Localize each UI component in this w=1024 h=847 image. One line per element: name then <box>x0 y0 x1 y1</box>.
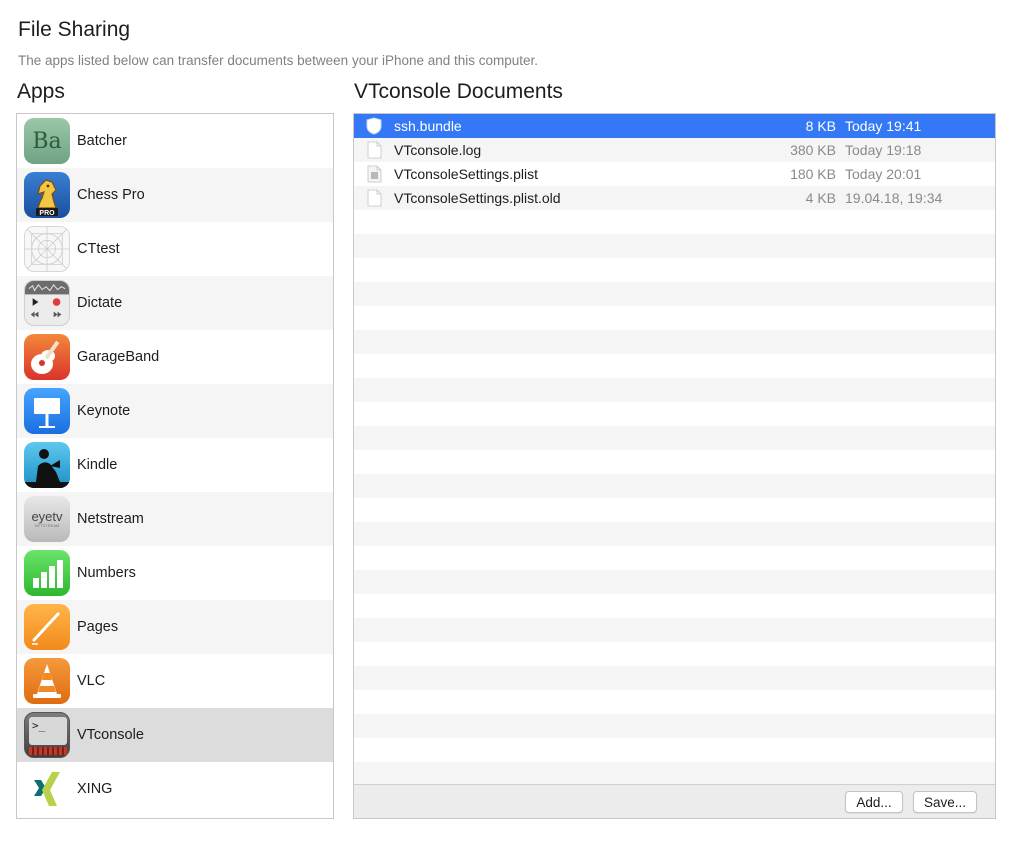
empty-row <box>354 450 995 474</box>
empty-row <box>354 282 995 306</box>
page-subtitle: The apps listed below can transfer docum… <box>18 53 539 68</box>
documents-heading: VTconsole Documents <box>354 80 563 103</box>
documents-rows: ssh.bundle 8 KB Today 19:41 VTconsole.lo… <box>354 114 995 784</box>
app-row-xing[interactable]: XING <box>17 762 333 816</box>
add-button[interactable]: Add... <box>845 791 903 813</box>
empty-row <box>354 402 995 426</box>
bundle-shield-icon <box>366 117 382 135</box>
empty-row <box>354 474 995 498</box>
file-date: Today 19:41 <box>845 118 922 134</box>
empty-row <box>354 498 995 522</box>
file-date: Today 19:18 <box>845 142 922 158</box>
file-row-ssh-bundle[interactable]: ssh.bundle 8 KB Today 19:41 <box>354 114 995 138</box>
plist-document-icon <box>367 165 382 183</box>
app-label: CTtest <box>77 241 120 257</box>
empty-row <box>354 594 995 618</box>
empty-row <box>354 738 995 762</box>
traffic-cone-icon <box>24 658 70 704</box>
file-name: VTconsole.log <box>394 142 482 158</box>
file-row-vtconsolesettings-plist-old[interactable]: VTconsoleSettings.plist.old 4 KB 19.04.1… <box>354 186 995 210</box>
app-row-numbers[interactable]: Numbers <box>17 546 333 600</box>
file-row-vtconsolesettings-plist[interactable]: VTconsoleSettings.plist 180 KB Today 20:… <box>354 162 995 186</box>
documents-footer: Add... Save... <box>354 784 995 818</box>
dictate-recorder-icon <box>24 280 70 326</box>
empty-row <box>354 354 995 378</box>
apps-heading: Apps <box>17 80 65 103</box>
empty-row <box>354 546 995 570</box>
app-label: Netstream <box>77 511 144 527</box>
empty-row <box>354 234 995 258</box>
file-name: VTconsoleSettings.plist <box>394 166 538 182</box>
file-size: 180 KB <box>790 166 836 182</box>
empty-row <box>354 642 995 666</box>
chess-knight-icon: PRO <box>24 172 70 218</box>
app-label: XING <box>77 781 113 797</box>
eyetv-icon: eyetv NETSTREAM <box>24 496 70 542</box>
app-row-batcher[interactable]: Ba Batcher <box>17 114 333 168</box>
eyetv-icon-text: eyetv <box>31 508 63 524</box>
empty-row <box>354 618 995 642</box>
guitar-icon <box>24 334 70 380</box>
blank-app-grid-icon <box>24 226 70 272</box>
file-size: 8 KB <box>805 118 836 134</box>
empty-row <box>354 762 995 784</box>
app-row-cttest[interactable]: CTtest <box>17 222 333 276</box>
podium-icon <box>24 388 70 434</box>
app-label: Kindle <box>77 457 118 473</box>
batcher-icon: Ba <box>24 118 70 164</box>
app-label: VTconsole <box>77 727 144 743</box>
file-size: 4 KB <box>805 190 836 206</box>
app-label: Chess Pro <box>77 187 145 203</box>
reader-silhouette-icon <box>24 442 70 488</box>
eyetv-icon-subtext: NETSTREAM <box>34 522 60 528</box>
app-label: GarageBand <box>77 349 160 365</box>
document-icon <box>367 189 382 207</box>
app-row-dictate[interactable]: Dictate <box>17 276 333 330</box>
empty-row <box>354 690 995 714</box>
app-row-pages[interactable]: Pages <box>17 600 333 654</box>
terminal-prompt-text: >_ <box>32 719 46 732</box>
empty-row <box>354 426 995 450</box>
file-row-vtconsole-log[interactable]: VTconsole.log 380 KB Today 19:18 <box>354 138 995 162</box>
empty-row <box>354 306 995 330</box>
chess-pro-icon-text: PRO <box>39 210 55 217</box>
bar-chart-icon <box>24 550 70 596</box>
file-name: VTconsoleSettings.plist.old <box>394 190 561 206</box>
batcher-icon-text: Ba <box>32 128 62 154</box>
app-row-vlc[interactable]: VLC <box>17 654 333 708</box>
app-row-netstream[interactable]: eyetv NETSTREAM Netstream <box>17 492 333 546</box>
documents-list[interactable]: ssh.bundle 8 KB Today 19:41 VTconsole.lo… <box>353 113 996 819</box>
app-label: VLC <box>77 673 106 689</box>
app-row-keynote[interactable]: Keynote <box>17 384 333 438</box>
app-label: Pages <box>77 619 119 635</box>
app-label: Numbers <box>77 565 136 581</box>
empty-row <box>354 714 995 738</box>
file-date: 19.04.18, 19:34 <box>845 190 943 206</box>
empty-row <box>354 330 995 354</box>
terminal-icon: >_ <box>24 712 70 758</box>
app-label: Batcher <box>77 133 127 149</box>
app-row-vtconsole[interactable]: >_ VTconsole <box>17 708 333 762</box>
empty-row <box>354 258 995 282</box>
app-label: Keynote <box>77 403 131 419</box>
xing-logo-icon <box>24 766 70 812</box>
file-date: Today 20:01 <box>845 166 922 182</box>
apps-list[interactable]: Ba Batcher PRO Chess Pro CTtest Dictate … <box>16 113 334 819</box>
file-size: 380 KB <box>790 142 836 158</box>
save-button[interactable]: Save... <box>913 791 977 813</box>
empty-row <box>354 570 995 594</box>
empty-row <box>354 666 995 690</box>
app-row-kindle[interactable]: Kindle <box>17 438 333 492</box>
app-row-garageband[interactable]: GarageBand <box>17 330 333 384</box>
app-label: Dictate <box>77 295 123 311</box>
empty-row <box>354 210 995 234</box>
empty-row <box>354 378 995 402</box>
pen-icon <box>24 604 70 650</box>
document-icon <box>367 141 382 159</box>
page-title: File Sharing <box>18 18 131 41</box>
file-name: ssh.bundle <box>394 118 462 134</box>
empty-row <box>354 522 995 546</box>
app-row-chess-pro[interactable]: PRO Chess Pro <box>17 168 333 222</box>
